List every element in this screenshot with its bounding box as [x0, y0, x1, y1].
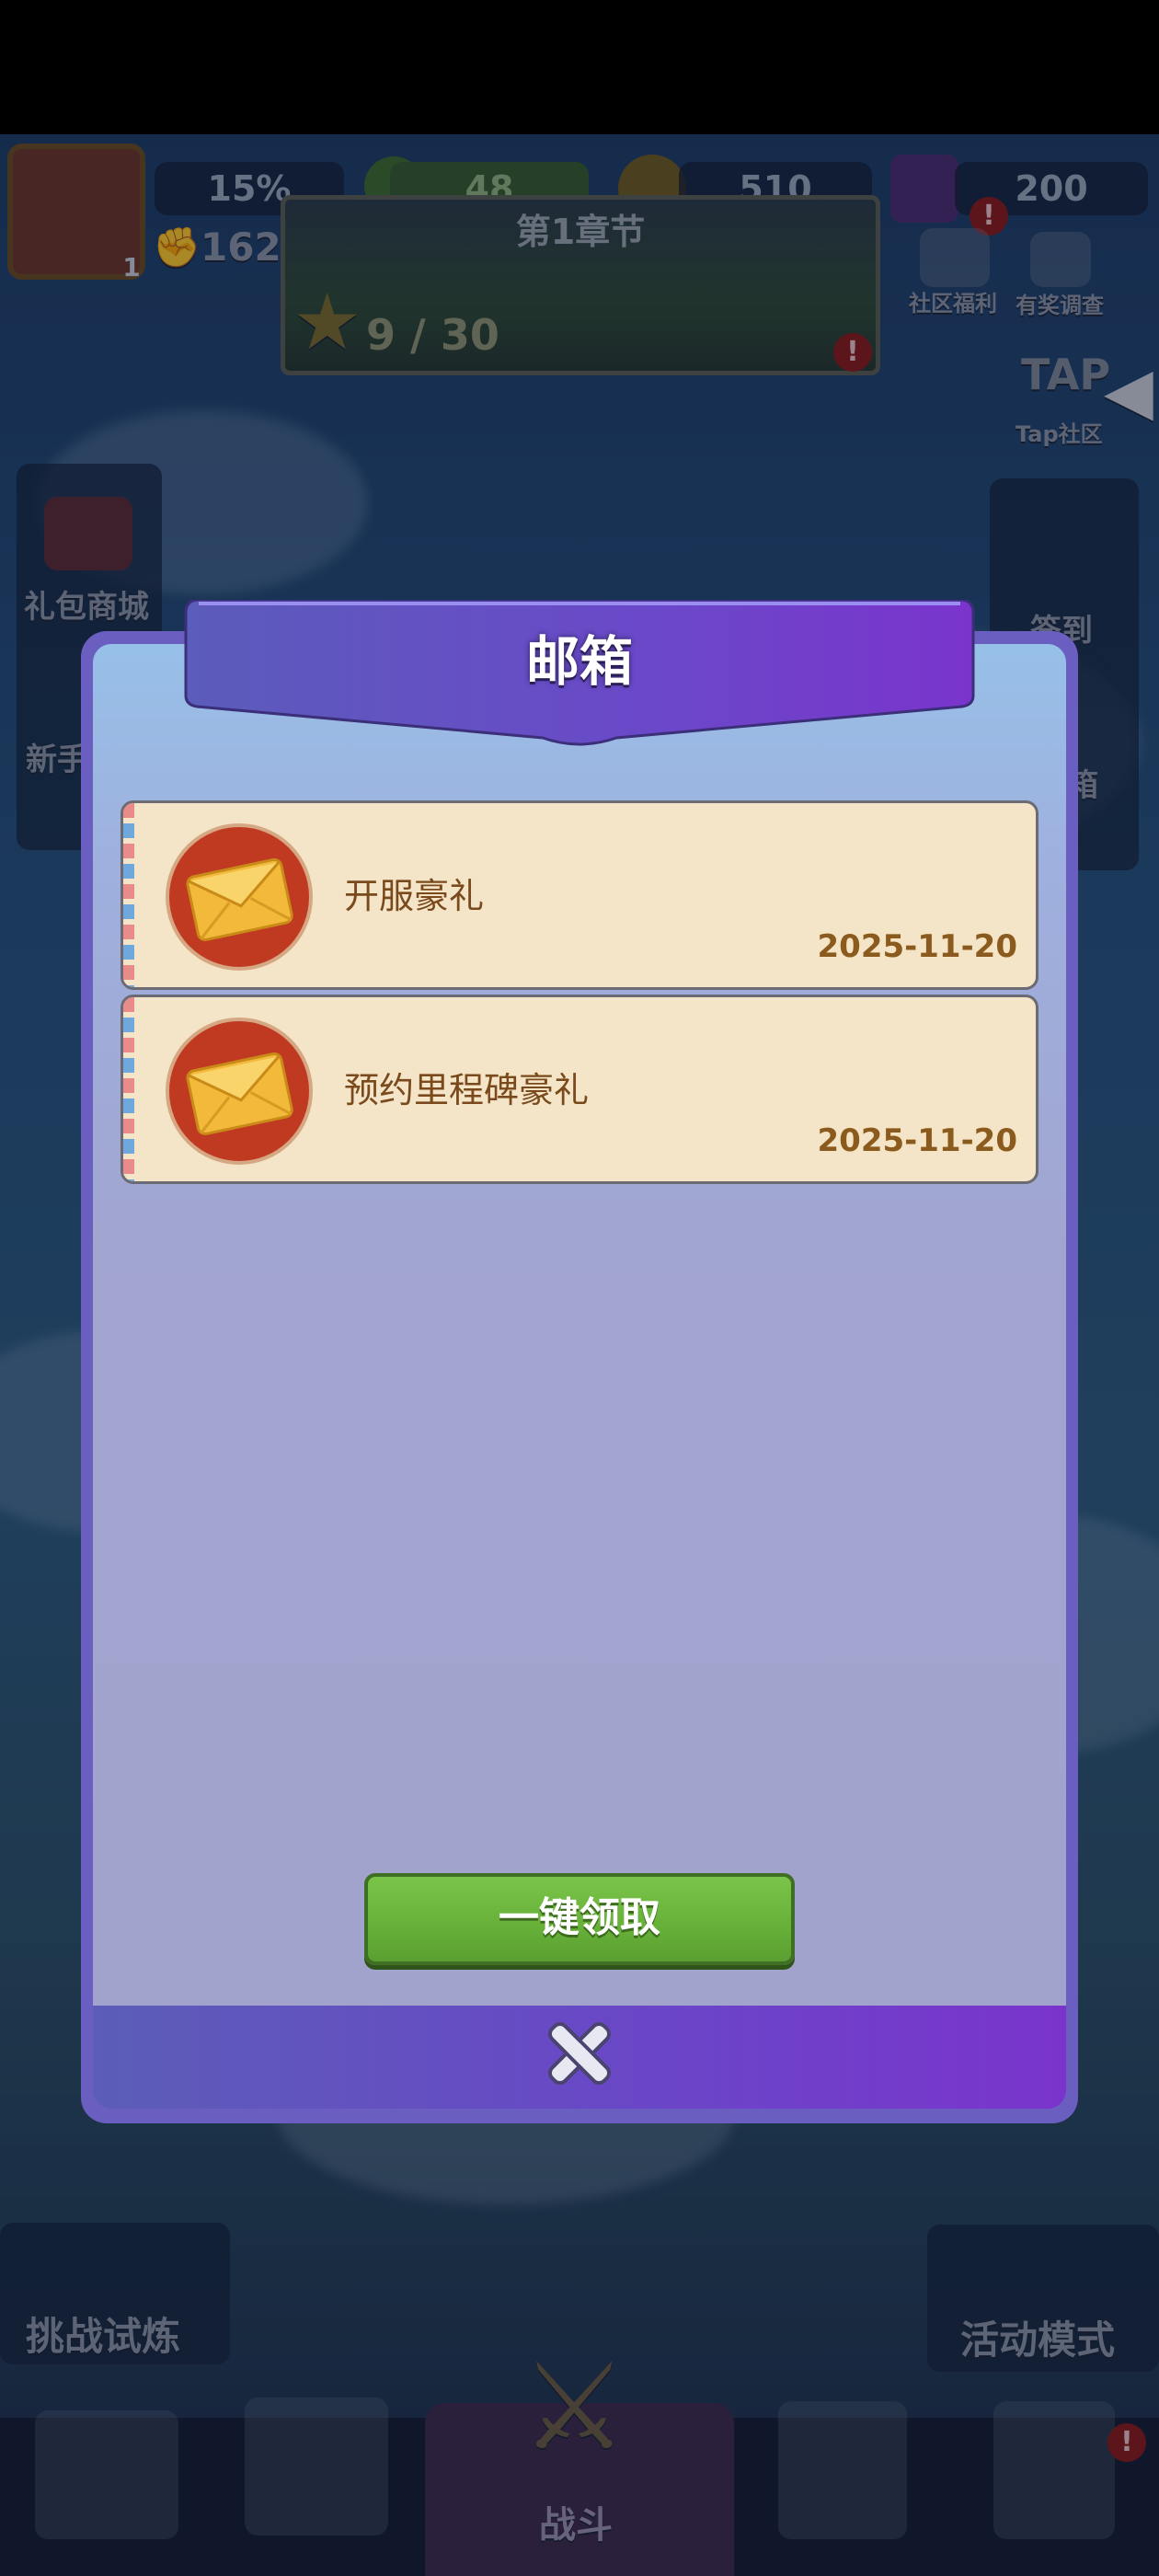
envelope-icon: [166, 823, 313, 971]
mail-item[interactable]: 开服豪礼 2025-11-20: [120, 800, 1039, 990]
mailbox-title: 邮箱: [525, 630, 633, 693]
mail-item[interactable]: 预约里程碑豪礼 2025-11-20: [120, 995, 1039, 1184]
close-icon: [547, 2021, 612, 2086]
close-button[interactable]: [539, 2013, 620, 2094]
mail-title: 开服豪礼: [344, 876, 485, 916]
envelope-icon: [166, 1018, 313, 1165]
mail-date: 2025-11-20: [817, 928, 1017, 965]
airmail-stripe: [123, 803, 134, 987]
claim-all-button[interactable]: 一键领取: [364, 1873, 795, 1965]
mail-title: 预约里程碑豪礼: [344, 1070, 590, 1110]
mail-date: 2025-11-20: [817, 1122, 1017, 1159]
airmail-stripe: [123, 997, 134, 1181]
